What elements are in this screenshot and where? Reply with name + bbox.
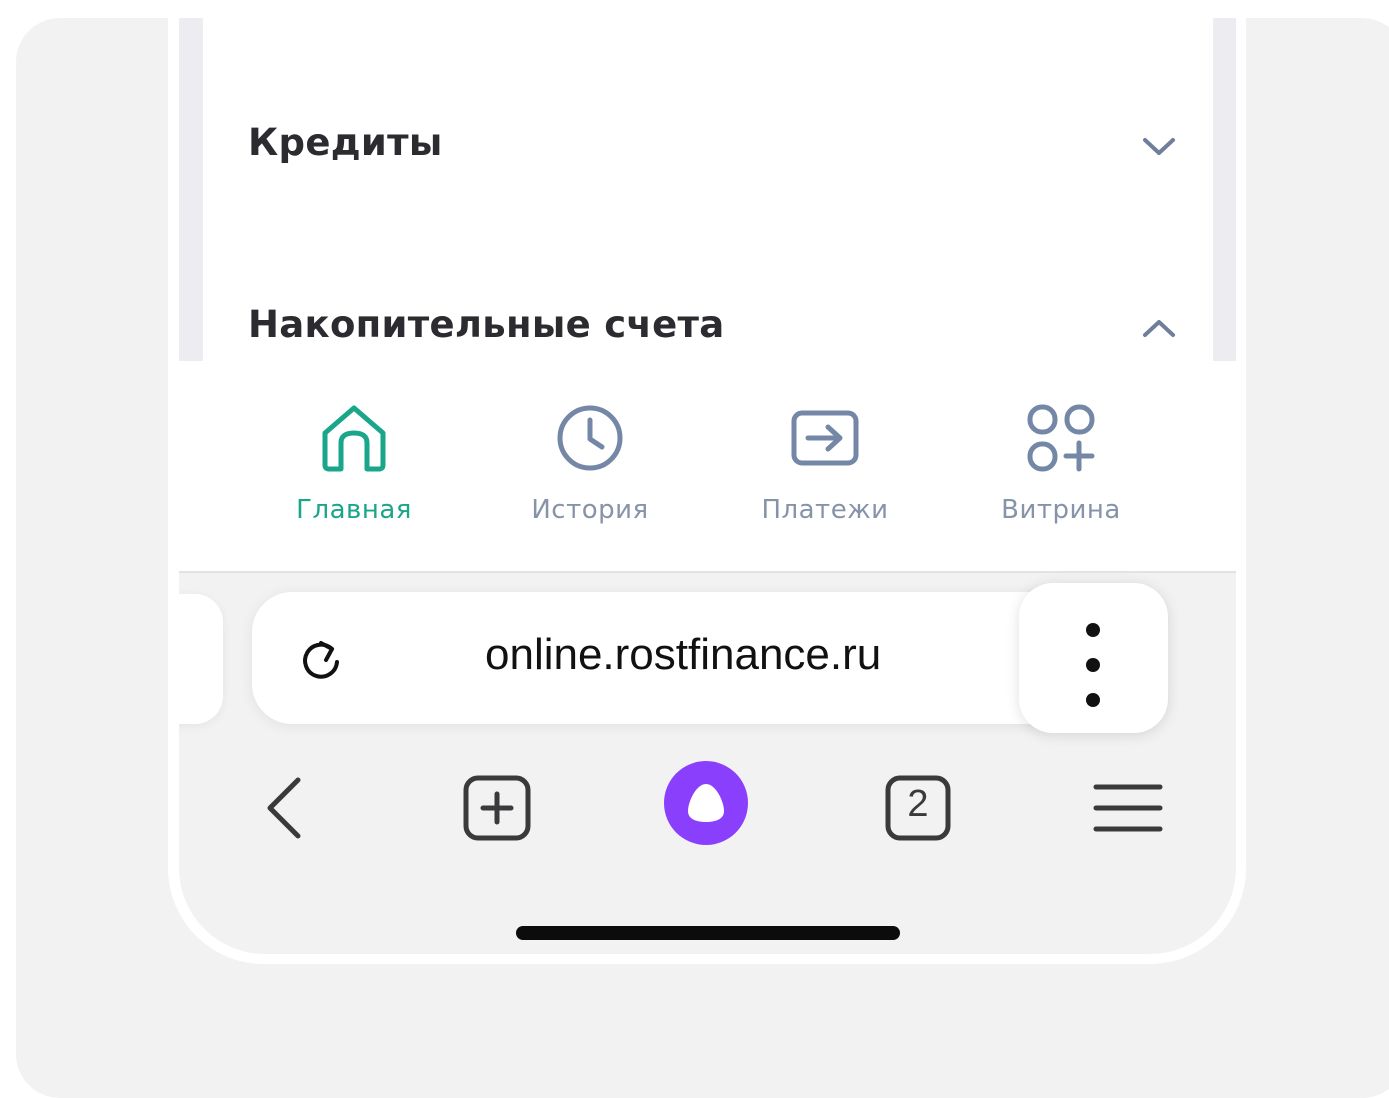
address-bar[interactable]: online.rostfinance.ru: [252, 592, 1082, 724]
alice-button[interactable]: [664, 761, 748, 845]
tab-payments-label: Платежи: [761, 495, 889, 525]
back-icon[interactable]: [246, 768, 326, 848]
home-indicator[interactable]: [516, 926, 900, 940]
section-title-savings[interactable]: Накопительные счета: [248, 303, 725, 346]
browser-toolbar: online.rostfinance.ru 2: [179, 573, 1236, 954]
more-vertical-dot: [1086, 658, 1100, 672]
hamburger-menu-icon[interactable]: [1088, 768, 1168, 848]
tab-showcase-label: Витрина: [1001, 495, 1121, 525]
tab-showcase[interactable]: Витрина: [961, 361, 1161, 571]
tabs-count-label: 2: [907, 783, 929, 825]
arrow-right-box-icon: [791, 410, 859, 466]
new-tab-icon[interactable]: [457, 768, 537, 848]
tab-home-label: Главная: [296, 495, 412, 525]
url-text[interactable]: online.rostfinance.ru: [485, 630, 881, 680]
more-vertical-icon: [1086, 623, 1100, 637]
bottom-tab-bar: Главная История Платежи Витрина: [179, 361, 1236, 573]
accounts-card: Кредиты Накопительные счета: [203, 18, 1213, 361]
section-title-credits[interactable]: Кредиты: [248, 121, 443, 164]
alice-icon: [688, 784, 724, 822]
tabs-count-button[interactable]: 2: [878, 768, 958, 848]
chevron-down-icon[interactable]: [1139, 126, 1179, 166]
clock-icon: [557, 405, 623, 471]
phone-screen: Кредиты Накопительные счета Главная Исто…: [179, 18, 1236, 954]
tab-payments[interactable]: Платежи: [725, 361, 925, 571]
grid-plus-icon: [1027, 404, 1095, 472]
previous-tab-preview[interactable]: [179, 594, 223, 724]
more-menu-button[interactable]: [1019, 583, 1168, 733]
tab-history-label: История: [531, 495, 649, 525]
home-icon: [322, 405, 386, 472]
tab-home[interactable]: Главная: [254, 361, 454, 571]
tab-history[interactable]: История: [490, 361, 690, 571]
chevron-up-icon[interactable]: [1139, 308, 1179, 348]
more-vertical-dot: [1086, 693, 1100, 707]
reload-icon[interactable]: [296, 635, 346, 685]
